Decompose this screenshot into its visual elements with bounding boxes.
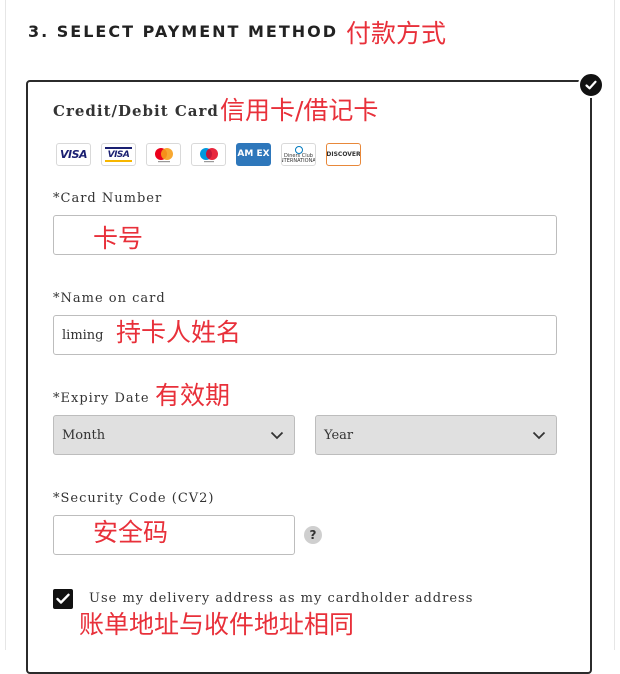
checkmark-icon: [56, 593, 70, 604]
card-logos: VISA VISA AM EX Diners Club INTERNATIONA…: [56, 143, 361, 166]
discover-logo-icon: DISCOVER: [326, 143, 361, 166]
chevron-down-icon: [270, 431, 284, 439]
card-number-label: *Card Number: [53, 191, 163, 206]
diners-club-logo-icon: Diners Club INTERNATIONAL: [281, 143, 316, 166]
visa-electron-logo-icon: VISA: [101, 143, 136, 166]
same-address-checkbox[interactable]: [53, 589, 73, 609]
expiry-date-label: *Expiry Date: [53, 391, 150, 406]
same-address-label: Use my delivery address as my cardholder…: [89, 591, 474, 606]
help-question-icon[interactable]: ?: [304, 526, 322, 544]
amex-logo-icon: AM EX: [236, 143, 271, 166]
card-number-annotation: 卡号: [93, 224, 144, 253]
security-code-label: *Security Code (CV2): [53, 491, 215, 506]
same-address-annotation: 账单地址与收件地址相同: [79, 610, 355, 639]
expiry-year-value: Year: [324, 427, 354, 443]
visa-logo-icon: VISA: [56, 143, 91, 166]
section-title-annotation: 付款方式: [346, 19, 447, 48]
expiry-year-select[interactable]: Year: [315, 415, 557, 455]
security-code-input[interactable]: [53, 515, 295, 555]
credit-card-panel[interactable]: [26, 80, 592, 674]
check-circle-icon: [578, 72, 604, 98]
section-title: 3. SELECT PAYMENT METHOD: [28, 22, 339, 41]
maestro-logo-icon: [191, 143, 226, 166]
expiry-month-select[interactable]: Month: [53, 415, 295, 455]
security-code-annotation: 安全码: [93, 518, 169, 547]
mastercard-logo-icon: [146, 143, 181, 166]
expiry-date-annotation: 有效期: [155, 381, 231, 410]
card-panel-heading: Credit/Debit Card: [53, 102, 219, 120]
expiry-month-value: Month: [62, 427, 106, 443]
name-on-card-label: *Name on card: [53, 291, 166, 306]
name-on-card-annotation: 持卡人姓名: [116, 318, 242, 347]
chevron-down-icon: [532, 431, 546, 439]
card-panel-heading-annotation: 信用卡/借记卡: [220, 96, 379, 125]
